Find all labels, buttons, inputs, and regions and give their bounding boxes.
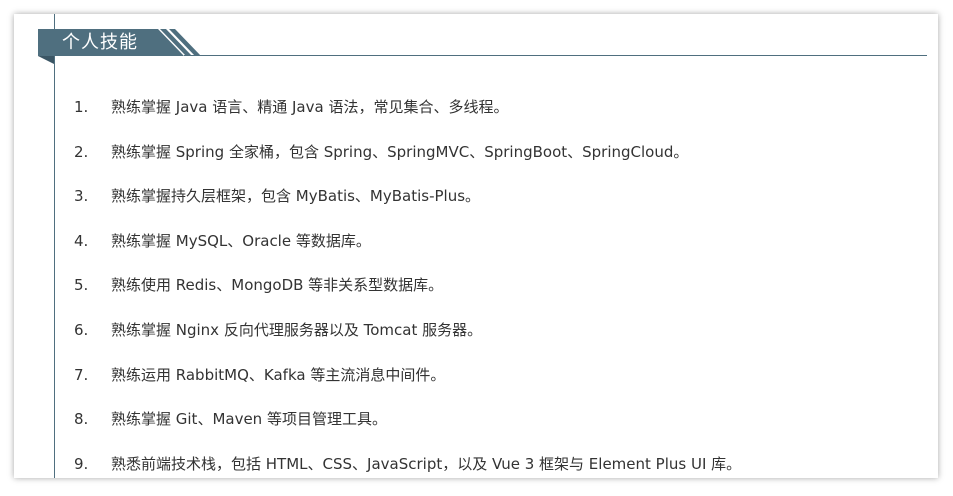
list-item: 5. 熟练使用 Redis、MongoDB 等非关系型数据库。: [74, 273, 741, 318]
list-item-text: 熟练掌握持久层框架，包含 MyBatis、MyBatis-Plus。: [111, 187, 481, 206]
list-item-number: 3.: [74, 187, 89, 206]
list-item-number: 5.: [74, 276, 89, 295]
list-item-number: 6.: [74, 320, 89, 339]
list-item-number: 1.: [74, 98, 89, 116]
section-title: 个人技能: [62, 32, 138, 53]
section-header-banner-icon: [38, 29, 927, 64]
list-item: 9. 熟悉前端技术栈，包括 HTML、CSS、JavaScript，以及 Vue…: [74, 452, 741, 496]
list-item-number: 8.: [74, 410, 89, 429]
list-item-number: 4.: [74, 231, 89, 250]
list-item: 3. 熟练掌握持久层框架，包含 MyBatis、MyBatis-Plus。: [74, 184, 741, 229]
section-header: 个人技能: [38, 29, 927, 65]
list-item-text: 熟悉前端技术栈，包括 HTML、CSS、JavaScript，以及 Vue 3 …: [111, 454, 742, 473]
list-item-text: 熟练掌握 Git、Maven 等项目管理工具。: [111, 410, 387, 429]
list-item-number: 9.: [74, 454, 89, 473]
list-item: 1. 熟练掌握 Java 语言、精通 Java 语法，常见集合、多线程。: [74, 95, 741, 140]
list-item: 8. 熟练掌握 Git、Maven 等项目管理工具。: [74, 407, 741, 452]
list-item-text: 熟练掌握 Spring 全家桶，包含 Spring、SpringMVC、Spri…: [111, 142, 689, 161]
list-item: 4. 熟练掌握 MySQL、Oracle 等数据库。: [74, 229, 741, 274]
list-item: 2. 熟练掌握 Spring 全家桶，包含 Spring、SpringMVC、S…: [74, 140, 741, 185]
skills-list: 1. 熟练掌握 Java 语言、精通 Java 语法，常见集合、多线程。 2. …: [74, 95, 741, 496]
list-item: 6. 熟练掌握 Nginx 反向代理服务器以及 Tomcat 服务器。: [74, 318, 741, 363]
left-vertical-rule: [54, 14, 55, 478]
list-item-number: 2.: [74, 142, 89, 161]
list-item-text: 熟练掌握 MySQL、Oracle 等数据库。: [111, 231, 371, 250]
list-item: 7. 熟练运用 RabbitMQ、Kafka 等主流消息中间件。: [74, 363, 741, 408]
list-item-number: 7.: [74, 365, 89, 384]
list-item-text: 熟练掌握 Nginx 反向代理服务器以及 Tomcat 服务器。: [111, 320, 483, 339]
list-item-text: 熟练使用 Redis、MongoDB 等非关系型数据库。: [111, 276, 444, 295]
list-item-text: 熟练掌握 Java 语言、精通 Java 语法，常见集合、多线程。: [111, 98, 509, 116]
list-item-text: 熟练运用 RabbitMQ、Kafka 等主流消息中间件。: [111, 365, 446, 384]
